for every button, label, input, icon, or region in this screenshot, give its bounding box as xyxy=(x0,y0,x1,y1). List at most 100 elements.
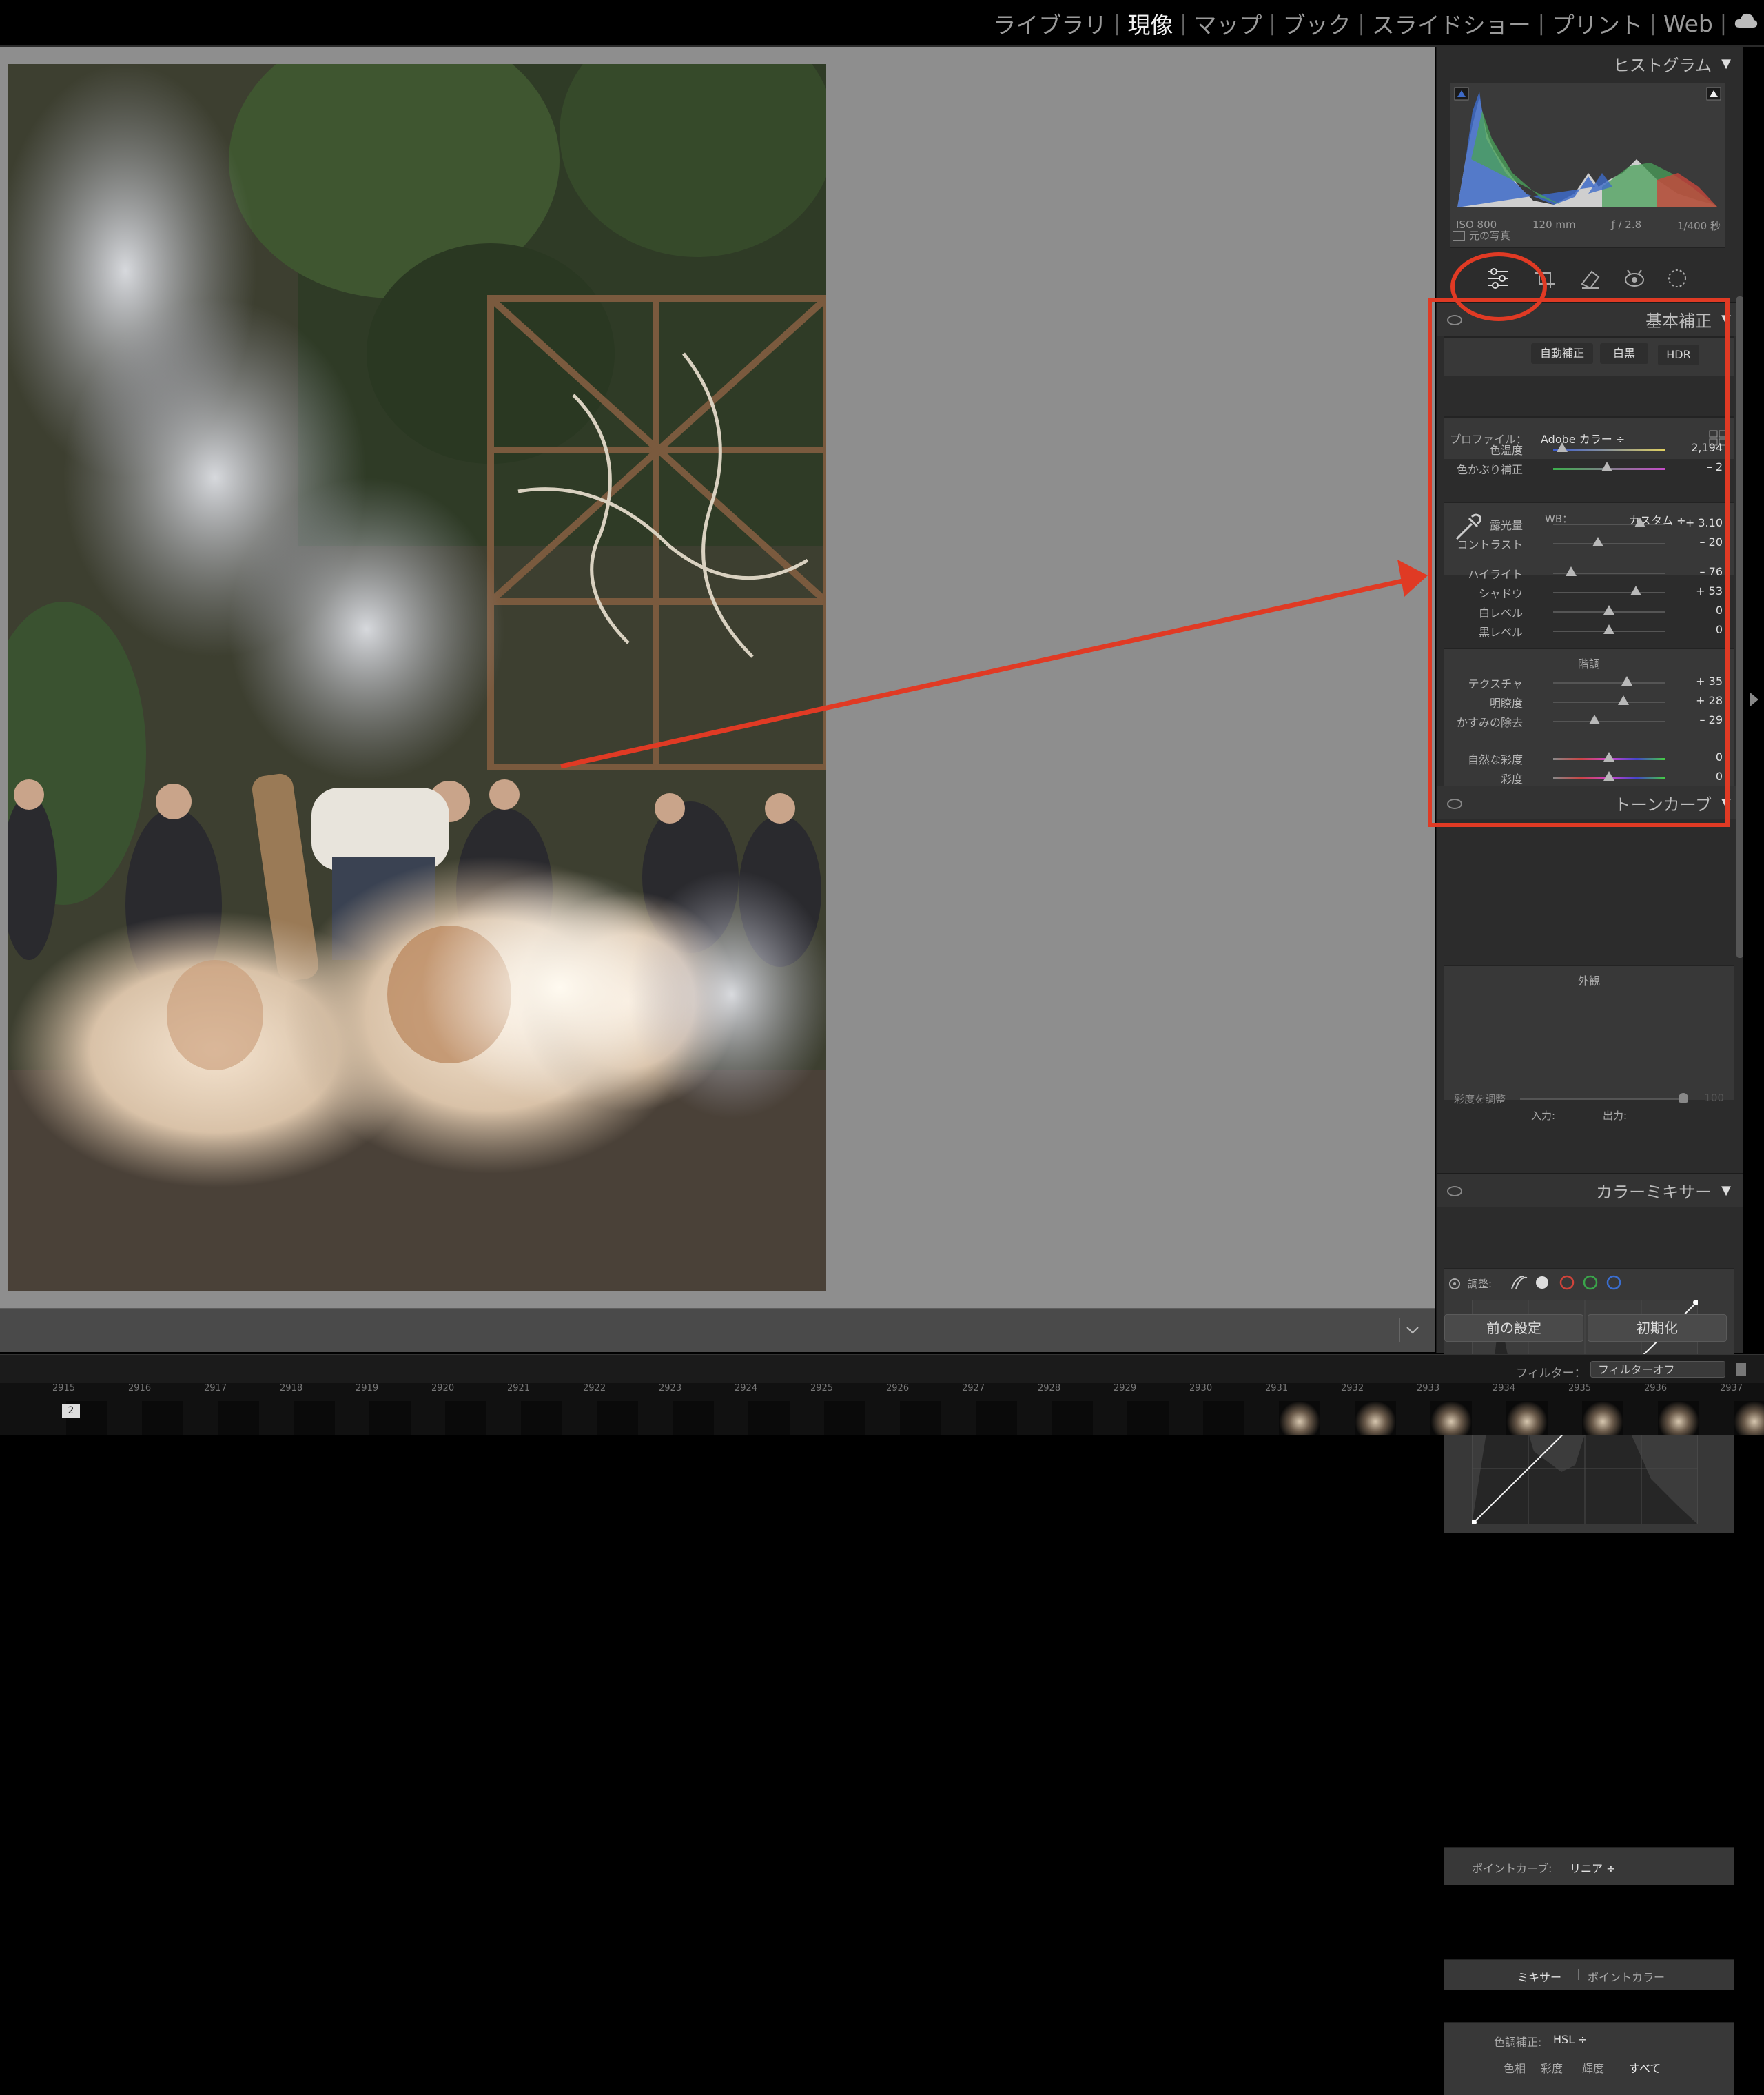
colormixer-header[interactable]: カラーミキサー ▼ xyxy=(1437,1173,1743,1207)
curve-input-label: 入力: xyxy=(1531,1110,1556,1122)
photo-preview[interactable] xyxy=(8,64,826,1291)
collapse-triangle-icon: ▼ xyxy=(1721,1183,1731,1198)
panel-scrollbar[interactable] xyxy=(1736,296,1743,958)
filmstrip-thumbnail[interactable]: 2917 xyxy=(200,1383,276,1435)
aperture-value: ƒ / 2.8 xyxy=(1611,218,1642,231)
checkbox-icon xyxy=(1453,230,1465,241)
filmstrip-thumbnail[interactable]: 2916 xyxy=(124,1383,200,1435)
module-print[interactable]: プリント xyxy=(1548,7,1647,40)
filmstrip-thumbnail[interactable]: 2935 xyxy=(1564,1383,1640,1435)
original-photo-toggle[interactable]: 元の写真 xyxy=(1453,228,1510,243)
thumbnail-number: 2936 xyxy=(1644,1383,1668,1393)
thumbnail-number: 2918 xyxy=(280,1383,303,1393)
filmstrip-thumbnail[interactable]: 2925 xyxy=(806,1383,882,1435)
curve-io-row: 入力: 出力: xyxy=(1444,1108,1734,1125)
hsl-saturation-tab[interactable]: 彩度 xyxy=(1541,2059,1563,2076)
cloud-icon[interactable] xyxy=(1734,10,1758,30)
mask-icon[interactable] xyxy=(1665,266,1690,291)
thumbnail-image xyxy=(445,1401,486,1435)
module-picker: ライブラリ | 現像 | マップ | ブック | スライドショー | プリント | Web | xyxy=(989,4,1730,43)
thumbnail-number: 2937 xyxy=(1720,1383,1743,1393)
target-adjust-icon[interactable] xyxy=(1448,1278,1461,1290)
thumbnail-image xyxy=(673,1401,714,1435)
curve-sat-track[interactable] xyxy=(1520,1098,1685,1100)
thumbnail-number: 2933 xyxy=(1417,1383,1440,1393)
thumbnail-image xyxy=(976,1401,1017,1435)
filmstrip-thumbnail[interactable]: 2933 xyxy=(1413,1383,1488,1435)
reset-button[interactable]: 初期化 xyxy=(1588,1314,1727,1342)
toolbar-toggle-button[interactable] xyxy=(1399,1318,1425,1342)
module-slideshow[interactable]: スライドショー xyxy=(1368,7,1535,40)
filmstrip-thumbnail[interactable]: 2920 xyxy=(427,1383,503,1435)
thumbnail-number: 2925 xyxy=(810,1383,834,1393)
thumbnail-number: 2927 xyxy=(962,1383,985,1393)
filmstrip-thumbnail[interactable]: 2918 xyxy=(276,1383,351,1435)
filmstrip-thumbnail[interactable]: 2937 xyxy=(1716,1383,1764,1435)
hsl-adjust-label: 色調補正: xyxy=(1494,2036,1542,2049)
thumbnail-number: 2934 xyxy=(1493,1383,1516,1393)
filter-dropdown[interactable]: フィルターオフ xyxy=(1590,1361,1725,1378)
thumbnail-image xyxy=(521,1401,562,1435)
filmstrip-thumbnail[interactable]: 2919 xyxy=(351,1383,427,1435)
hsl-all-tab[interactable]: すべて xyxy=(1629,2059,1661,2076)
thumbnail-number: 2929 xyxy=(1114,1383,1137,1393)
module-book[interactable]: ブック xyxy=(1279,7,1355,40)
filmstrip-thumbnail[interactable]: 2929 xyxy=(1109,1383,1185,1435)
filmstrip-thumbnail[interactable]: 2926 xyxy=(882,1383,958,1435)
filmstrip-thumbnail[interactable]: 2930 xyxy=(1185,1383,1261,1435)
thumbnail-number: 2921 xyxy=(507,1383,531,1393)
hsl-luminance-tab[interactable]: 輝度 xyxy=(1582,2059,1604,2076)
filmstrip-thumbnail[interactable]: 2 xyxy=(0,1383,80,1435)
chevron-down-icon xyxy=(1406,1327,1419,1334)
filmstrip-thumbnail[interactable]: 2936 xyxy=(1640,1383,1716,1435)
curve-channel-picker[interactable] xyxy=(1509,1274,1633,1291)
filmstrip-thumbnail[interactable]: 2931 xyxy=(1261,1383,1337,1435)
filmstrip-thumbnail[interactable]: 2928 xyxy=(1034,1383,1109,1435)
thumbnail-number: 2919 xyxy=(356,1383,379,1393)
thumbnail-image xyxy=(1506,1401,1548,1435)
filmstrip-thumbnail[interactable]: 2924 xyxy=(730,1383,806,1435)
previous-settings-button[interactable]: 前の設定 xyxy=(1444,1314,1583,1342)
redeye-icon[interactable] xyxy=(1622,266,1647,291)
panel-collapse-arrow-icon[interactable] xyxy=(1750,693,1758,706)
toolbar-strip xyxy=(0,1308,1435,1352)
thumbnail-number: 2923 xyxy=(659,1383,682,1393)
curve-sat-label: 彩度を調整 xyxy=(1454,1093,1506,1105)
thumbnail-image xyxy=(900,1401,941,1435)
pointcurve-dropdown[interactable]: リニア ÷ xyxy=(1570,1859,1616,1876)
tab-point-color[interactable]: ポイントカラー xyxy=(1588,1968,1665,1985)
filmstrip-thumbnail[interactable]: 2921 xyxy=(503,1383,579,1435)
tab-mixer[interactable]: ミキサー xyxy=(1517,1968,1561,1985)
filmstrip-thumbnail[interactable]: 2932 xyxy=(1337,1383,1413,1435)
thumbnail-image xyxy=(1430,1401,1472,1435)
eye-icon[interactable] xyxy=(1447,1186,1462,1196)
thumbnail-number: 2924 xyxy=(735,1383,758,1393)
module-develop[interactable]: 現像 xyxy=(1123,7,1177,40)
histogram-header[interactable]: ヒストグラム ▼ xyxy=(1437,47,1743,80)
thumbnail-number: 2932 xyxy=(1341,1383,1364,1393)
thumbnail-image xyxy=(1279,1401,1320,1435)
filmstrip-thumbnail[interactable]: 2934 xyxy=(1488,1383,1564,1435)
shutter-value: 1/400 秒 xyxy=(1677,220,1721,232)
original-photo-label: 元の写真 xyxy=(1469,229,1511,242)
thumbnail-number: 2916 xyxy=(128,1383,152,1393)
filter-lock-icon[interactable] xyxy=(1736,1363,1746,1376)
module-map[interactable]: マップ xyxy=(1190,7,1266,40)
filmstrip-thumbnail[interactable]: 2923 xyxy=(655,1383,730,1435)
thumbnail-number: 2920 xyxy=(431,1383,455,1393)
thumbnail-number: 2917 xyxy=(204,1383,227,1393)
thumbnail-image xyxy=(1582,1401,1623,1435)
thumbnail-image xyxy=(1052,1401,1093,1435)
curve-sat-thumb[interactable] xyxy=(1679,1093,1688,1103)
pointcurve-row: ポイントカーブ: リニア ÷ xyxy=(1444,1847,1734,1886)
filmstrip-thumbnail[interactable]: 2922 xyxy=(579,1383,655,1435)
eraser-icon[interactable] xyxy=(1578,266,1603,291)
thumbnail-image xyxy=(1127,1401,1169,1435)
module-library[interactable]: ライブラリ xyxy=(989,7,1111,40)
module-web[interactable]: Web xyxy=(1659,10,1717,37)
focal-length-value: 120 mm xyxy=(1532,218,1576,231)
hsl-hue-tab[interactable]: 色相 xyxy=(1504,2059,1526,2076)
filmstrip-thumbnail[interactable]: 2927 xyxy=(958,1383,1034,1435)
curve-output-label: 出力: xyxy=(1603,1110,1628,1122)
hsl-adjust-dropdown[interactable]: HSL ÷ xyxy=(1553,2033,1588,2046)
